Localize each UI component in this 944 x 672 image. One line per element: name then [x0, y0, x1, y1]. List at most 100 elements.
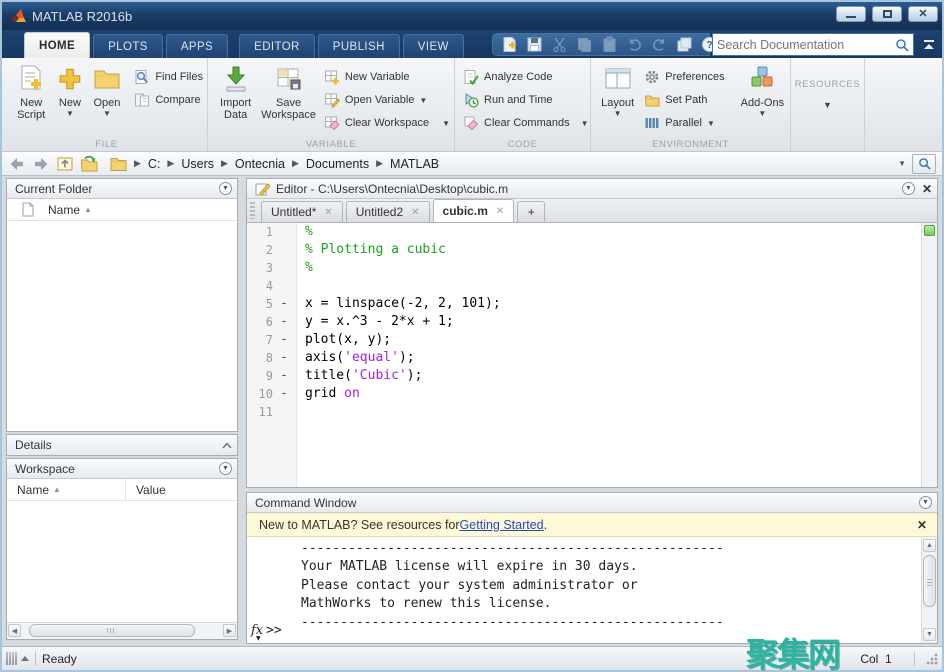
ribbon-section-resources[interactable]: RESOURCES ▼: [791, 58, 865, 151]
scrollbar-thumb[interactable]: [923, 555, 936, 607]
run-and-time-button[interactable]: Run and Time: [463, 91, 589, 109]
resize-grip-icon[interactable]: [925, 652, 938, 665]
find-files-button[interactable]: Find Files: [134, 68, 203, 86]
clear-workspace-button[interactable]: Clear Workspace ▼: [324, 114, 450, 132]
workspace-column-header[interactable]: Name ▲ Value: [7, 479, 237, 501]
open-button[interactable]: Open ▼: [88, 61, 127, 118]
plus-icon: +: [528, 205, 535, 219]
code-analyzer-indicator[interactable]: [924, 225, 935, 236]
command-window-scrollbar[interactable]: ▲ ▼: [921, 537, 937, 643]
cut-icon[interactable]: [551, 36, 568, 53]
code-editor-area[interactable]: 1% 2% Plotting a cubic 3% 4 5-x = linspa…: [247, 223, 921, 487]
new-script-button[interactable]: New Script: [10, 61, 52, 121]
output-line: Your MATLAB license will expire in 30 da…: [247, 558, 921, 576]
run-and-time-icon: [463, 92, 479, 108]
tab-close-icon[interactable]: ✕: [411, 207, 419, 218]
current-folder-menu-button[interactable]: ▼: [219, 182, 232, 195]
search-icon[interactable]: [895, 38, 909, 52]
parallel-pool-status-icon[interactable]: [6, 652, 17, 665]
editor-tab-untitled2[interactable]: Untitled2 ✕: [346, 201, 430, 222]
status-popup-icon[interactable]: [21, 656, 29, 661]
editor-tab-cubic[interactable]: cubic.m ✕: [433, 199, 515, 222]
parallel-button[interactable]: Parallel ▼: [644, 114, 738, 132]
tab-plots[interactable]: PLOTS: [93, 34, 163, 58]
open-dropdown-icon: ▼: [103, 109, 111, 118]
output-line: Please contact your system administrator…: [247, 577, 921, 595]
editor-menu-button[interactable]: ▼: [902, 182, 915, 195]
search-documentation-input[interactable]: [717, 38, 895, 52]
new-variable-button[interactable]: New Variable: [324, 68, 450, 86]
set-path-button[interactable]: Set Path: [644, 91, 738, 109]
current-folder-file-list[interactable]: [7, 221, 237, 431]
current-folder-title: Current Folder: [15, 182, 92, 196]
browse-for-folder-button[interactable]: [80, 155, 98, 173]
minimize-button[interactable]: [836, 6, 866, 22]
preferences-button[interactable]: Preferences: [644, 68, 738, 86]
tab-publish[interactable]: PUBLISH: [318, 34, 400, 58]
breadcrumb: ▶ C: ▶ Users ▶ Ontecnia ▶ Documents ▶ MA…: [110, 156, 439, 171]
new-variable-icon: [324, 69, 340, 85]
workspace-horizontal-scrollbar[interactable]: ◀ ▶: [7, 622, 237, 639]
title-bar: MATLAB R2016b: [2, 2, 942, 30]
breadcrumb-item-user[interactable]: Ontecnia: [235, 157, 285, 171]
command-prompt[interactable]: >>: [264, 623, 282, 638]
editor-message-bar[interactable]: [921, 223, 937, 487]
getting-started-link[interactable]: Getting Started: [460, 518, 544, 532]
forward-button[interactable]: [32, 155, 50, 173]
collapse-chevron-icon[interactable]: [222, 442, 232, 449]
workspace-variable-list[interactable]: [7, 501, 237, 622]
breadcrumb-item-users[interactable]: Users: [181, 157, 214, 171]
minimize-ribbon-button[interactable]: [918, 33, 940, 56]
close-button[interactable]: ✕: [908, 6, 938, 22]
import-data-button[interactable]: Import Data: [212, 61, 259, 121]
scrollbar-thumb[interactable]: [29, 624, 195, 637]
scroll-right-icon[interactable]: ▶: [223, 624, 236, 637]
ribbon-spacer: [865, 58, 942, 151]
add-ons-button[interactable]: Add-Ons ▼: [739, 61, 786, 118]
paste-icon[interactable]: [601, 36, 618, 53]
maximize-button[interactable]: [872, 6, 902, 22]
details-header[interactable]: Details: [7, 435, 237, 455]
new-button[interactable]: New ▼: [52, 61, 87, 118]
drag-grip-icon[interactable]: [250, 202, 255, 219]
resources-label: RESOURCES: [795, 79, 861, 90]
up-one-level-button[interactable]: [56, 155, 74, 173]
tab-editor[interactable]: EDITOR: [239, 34, 315, 58]
editor-tab-untitled[interactable]: Untitled* ✕: [261, 201, 343, 222]
redo-icon[interactable]: [651, 36, 668, 53]
tab-view[interactable]: VIEW: [403, 34, 464, 58]
workspace-menu-button[interactable]: ▼: [219, 462, 232, 475]
layout-button[interactable]: Layout ▼: [595, 61, 640, 118]
copy-icon[interactable]: [576, 36, 593, 53]
tab-close-icon[interactable]: ✕: [496, 206, 504, 217]
window-layout-icon[interactable]: [676, 36, 693, 53]
breadcrumb-item-documents[interactable]: Documents: [306, 157, 369, 171]
command-window-menu-button[interactable]: ▼: [919, 496, 932, 509]
scroll-up-icon[interactable]: ▲: [923, 539, 936, 552]
back-button[interactable]: [8, 155, 26, 173]
compare-button[interactable]: Compare: [134, 91, 203, 109]
scroll-left-icon[interactable]: ◀: [8, 624, 21, 637]
new-file-icon[interactable]: [501, 36, 518, 53]
save-workspace-button[interactable]: Save Workspace: [259, 61, 318, 121]
editor-close-button[interactable]: ✕: [922, 182, 932, 196]
new-editor-tab-button[interactable]: +: [517, 201, 545, 222]
banner-close-button[interactable]: ✕: [917, 518, 927, 532]
analyze-code-button[interactable]: Analyze Code: [463, 68, 589, 86]
function-hints-button[interactable]: fx▼: [247, 623, 264, 638]
open-variable-button[interactable]: Open Variable ▼: [324, 91, 450, 109]
clear-commands-button[interactable]: Clear Commands ▼: [463, 114, 589, 132]
tab-apps[interactable]: APPS: [166, 34, 228, 58]
tab-close-icon[interactable]: ✕: [324, 207, 332, 218]
breadcrumb-item-matlab[interactable]: MATLAB: [390, 157, 439, 171]
address-dropdown-icon[interactable]: ▼: [898, 159, 906, 168]
clear-workspace-dropdown-icon: ▼: [442, 119, 450, 128]
scroll-down-icon[interactable]: ▼: [923, 628, 936, 641]
command-window-header: Command Window ▼: [247, 493, 937, 513]
save-icon[interactable]: [526, 36, 543, 53]
undo-icon[interactable]: [626, 36, 643, 53]
search-folder-button[interactable]: [912, 154, 936, 174]
breadcrumb-item-drive[interactable]: C:: [148, 157, 161, 171]
current-folder-column-header[interactable]: Name ▲: [7, 199, 237, 221]
tab-home[interactable]: HOME: [24, 32, 90, 58]
